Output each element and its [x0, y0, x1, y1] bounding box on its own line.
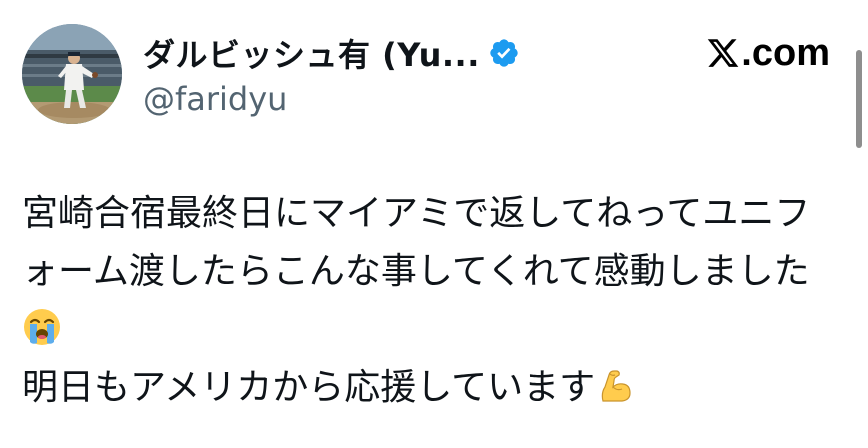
display-name-row: ダルビッシュ有 (Yu... — [143, 32, 520, 74]
flexed-biceps-emoji — [601, 370, 631, 402]
display-name[interactable]: ダルビッシュ有 (Yu... — [143, 30, 480, 76]
scrollbar[interactable] — [856, 50, 862, 148]
tweet-text: 宮崎合宿最終日にマイアミで返してねってユニフ ォーム渡したらこんな事してくれて感… — [22, 185, 832, 417]
tweet-line-4: 明日もアメリカから応援しています — [22, 359, 832, 417]
loudly-crying-face-emoji — [24, 309, 60, 345]
x-logo-icon — [708, 39, 739, 67]
user-handle[interactable]: @faridyu — [143, 80, 287, 118]
tweet-line-4-text: 明日もアメリカから応援しています — [22, 367, 596, 408]
profile-avatar[interactable] — [22, 24, 122, 124]
tweet-line-1: 宮崎合宿最終日にマイアミで返してねってユニフ — [22, 193, 811, 234]
verified-badge-icon — [490, 39, 518, 67]
x-com-logo[interactable]: .com — [706, 30, 830, 76]
avatar-photo — [22, 24, 122, 124]
tweet-line-2: ォーム渡したらこんな事してくれて感動しました — [22, 251, 810, 292]
logo-text: .com — [741, 31, 830, 74]
tweet-card: ダルビッシュ有 (Yu... @faridyu .com 宮崎合宿最終日にマイア… — [0, 0, 868, 448]
tweet-line-3 — [22, 301, 832, 359]
